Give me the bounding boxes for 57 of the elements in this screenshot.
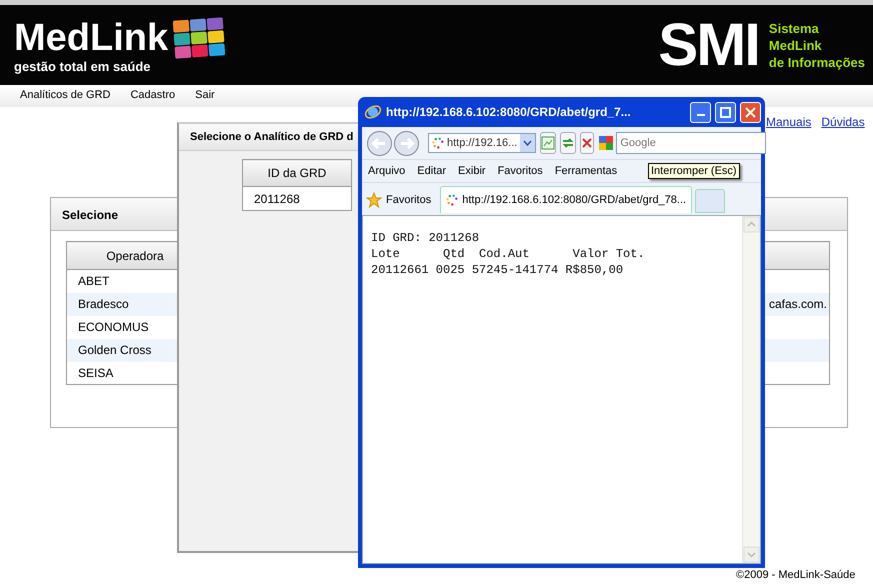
brand-subtitle: de Informações bbox=[768, 54, 865, 70]
text-line: ID GRD: 2011268 bbox=[371, 230, 480, 246]
chart-icon bbox=[541, 136, 556, 150]
table-cell: SEISA bbox=[78, 366, 114, 380]
caret-icon bbox=[523, 140, 532, 146]
brand-title: SMI bbox=[658, 15, 759, 75]
close-icon bbox=[745, 106, 756, 118]
menu-item[interactable]: Editar bbox=[411, 165, 452, 177]
tooltip: Interromper (Esc) bbox=[648, 163, 740, 179]
browser-tab[interactable]: http://192.168.6.102:8080/GRD/abet/grd_78... bbox=[440, 186, 692, 213]
menu-item[interactable]: Cadastro bbox=[120, 85, 186, 107]
stop-icon bbox=[581, 137, 594, 149]
menu-item[interactable]: Ferramentas bbox=[548, 165, 624, 177]
table-cell: cafas.com. bbox=[768, 297, 827, 311]
menu-item[interactable]: Favoritos bbox=[492, 165, 549, 177]
menu-item[interactable]: Arquivo bbox=[362, 165, 412, 177]
maximize-icon bbox=[720, 106, 731, 118]
browser-logo-icon bbox=[364, 103, 382, 121]
forward-icon[interactable] bbox=[393, 130, 420, 156]
scroll-down-icon[interactable] bbox=[743, 546, 760, 563]
address-field[interactable]: http://192.16... bbox=[428, 133, 536, 153]
close-button[interactable] bbox=[740, 102, 761, 122]
scrollbar[interactable] bbox=[742, 216, 760, 563]
refresh-button[interactable] bbox=[560, 132, 576, 154]
table-cell: ABET bbox=[78, 274, 110, 288]
maximize-button[interactable] bbox=[715, 102, 736, 122]
menu-item[interactable]: Analíticos de GRD bbox=[10, 85, 120, 107]
loading-icon bbox=[446, 194, 458, 206]
nav-link[interactable]: Manuais bbox=[766, 115, 812, 129]
minimize-button[interactable] bbox=[690, 102, 711, 122]
compatibility-button[interactable] bbox=[540, 132, 556, 154]
logo-text: MedLink bbox=[14, 18, 168, 56]
minimize-icon bbox=[696, 114, 704, 116]
refresh-icon bbox=[561, 136, 576, 150]
back-icon[interactable] bbox=[366, 130, 393, 156]
brand-subtitle: MedLink bbox=[768, 36, 823, 54]
footer-text: ©2009 - MedLink-Saúde bbox=[736, 569, 856, 581]
tagline: gestão total em saúde bbox=[14, 58, 152, 74]
window-title: http://192.168.6.102:8080/GRD/abet/grd_7... bbox=[386, 105, 632, 119]
text-line: 20112661 0025 57245-141774 R$850,00 bbox=[371, 262, 624, 278]
scroll-up-icon[interactable] bbox=[743, 216, 760, 233]
stop-button[interactable] bbox=[580, 132, 594, 154]
column-header: ID da GRD bbox=[242, 160, 352, 186]
search-provider-icon bbox=[598, 135, 614, 151]
table-cell: Golden Cross bbox=[78, 343, 152, 357]
loading-icon bbox=[432, 137, 444, 149]
table-cell: ECONOMUS bbox=[78, 320, 149, 334]
menu-item[interactable]: Exibir bbox=[452, 165, 492, 177]
table-cell: Bradesco bbox=[78, 297, 129, 311]
star-icon bbox=[366, 192, 382, 208]
text-line: Lote Qtd Cod.Aut Valor Tot. bbox=[371, 246, 646, 262]
menu-item[interactable]: Sair bbox=[185, 85, 225, 107]
brand-subtitle: Sistema bbox=[768, 20, 820, 36]
nav-link[interactable]: Dúvidas bbox=[821, 115, 865, 129]
search-field[interactable]: Google bbox=[616, 132, 766, 154]
color-grid-icon bbox=[172, 16, 226, 58]
dropdown-button[interactable] bbox=[520, 134, 536, 152]
